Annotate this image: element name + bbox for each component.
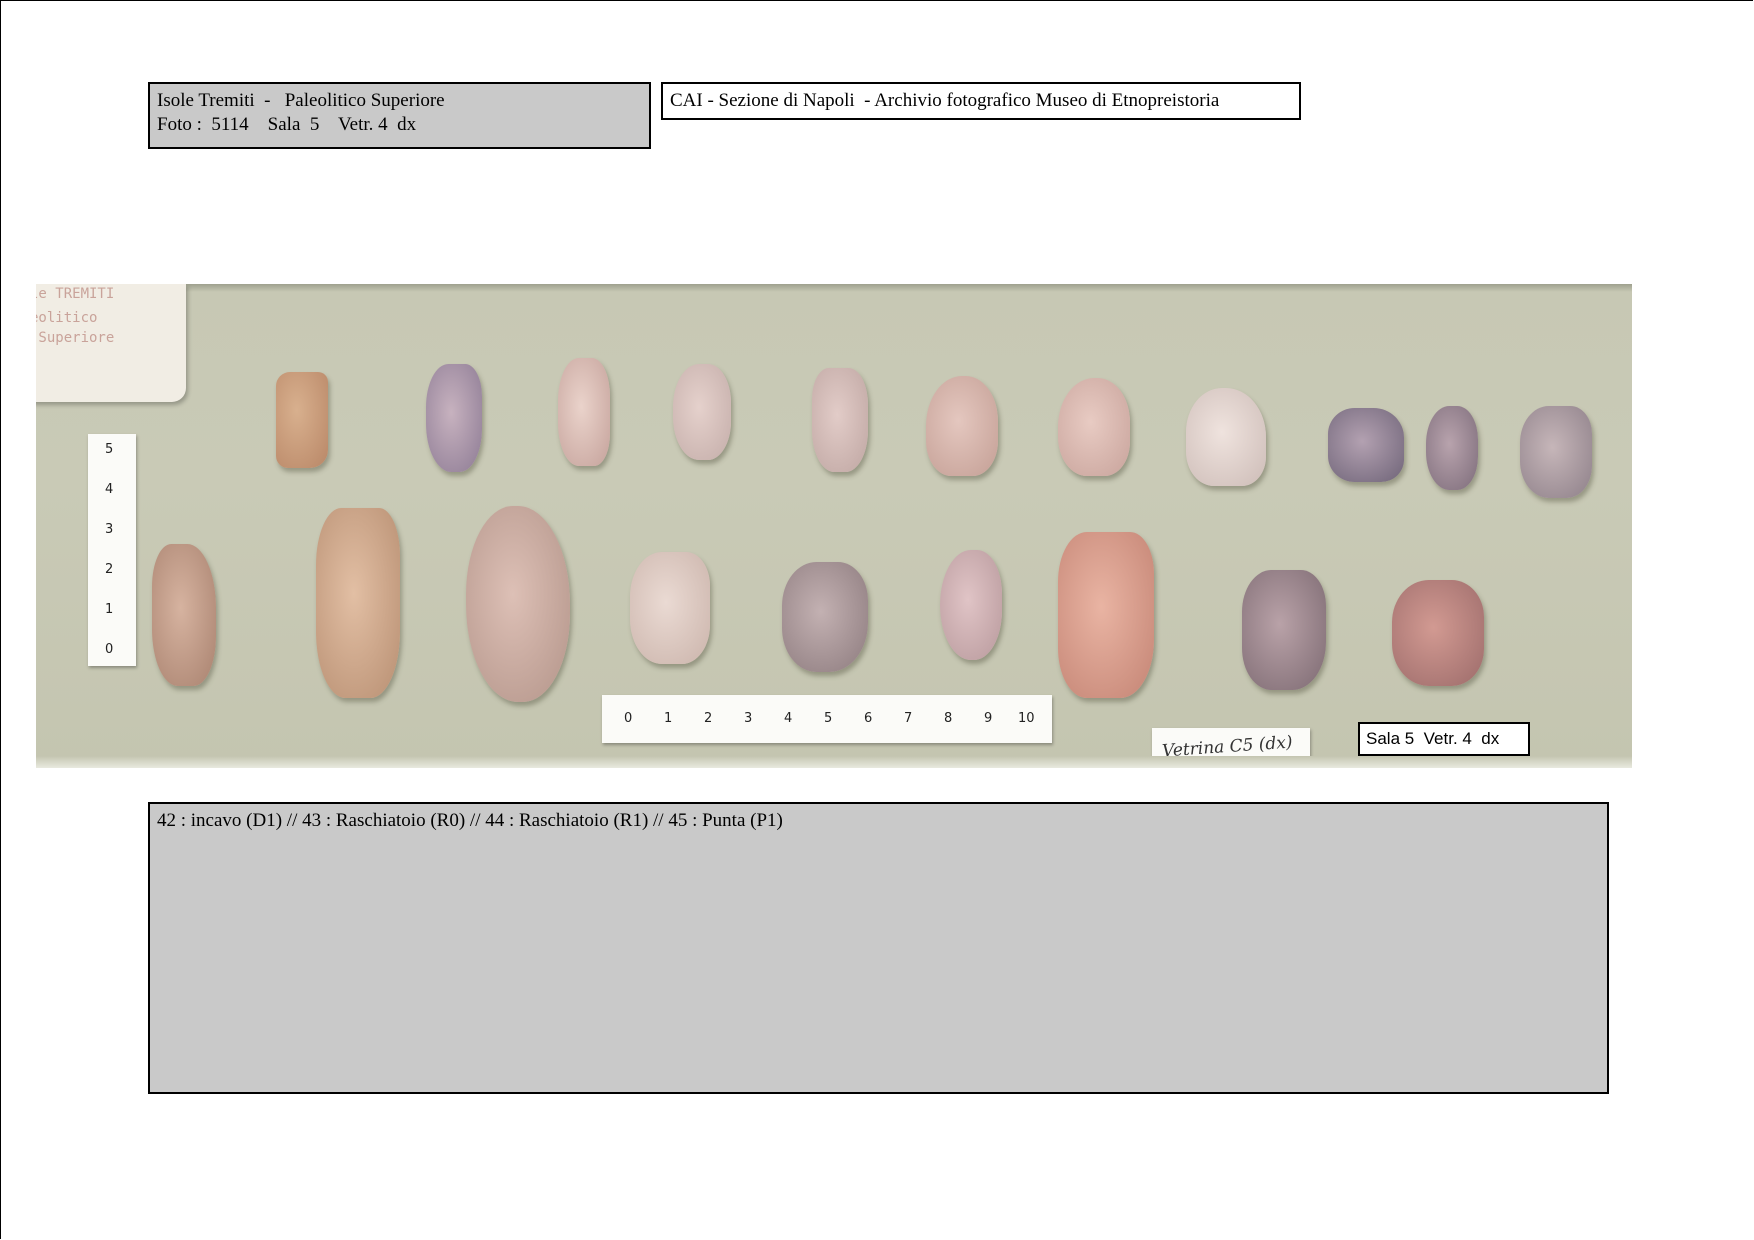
scale-tick-label: 0: [105, 642, 114, 657]
scale-tick-label: 2: [105, 562, 114, 577]
vertical-scale-ruler: 0 1 2 3 4 5: [88, 434, 136, 666]
scale-tick-label: 10: [1018, 711, 1035, 726]
header-left-box: Isole Tremiti - Paleolitico Superiore Fot…: [148, 82, 651, 149]
photo-shadow-edge: [36, 284, 1632, 292]
header-site-period: Isole Tremiti - Paleolitico Superiore: [157, 90, 445, 111]
flint-artifact: [316, 508, 400, 698]
scale-tick-label: 2: [704, 711, 713, 726]
scale-tick-label: 3: [105, 522, 114, 537]
scale-tick-label: 0: [624, 711, 633, 726]
artifact-photo: le TREMITI eolitico Superiore 0 1 2 3 4 …: [36, 284, 1632, 768]
flint-artifact: [426, 364, 482, 472]
flint-artifact: [812, 368, 868, 472]
caption-text: 42 : incavo (D1) // 43 : Raschiatoio (R0…: [157, 810, 783, 831]
horizontal-scale-ruler: 0 1 2 3 4 5 6 7 8 9 10: [602, 695, 1052, 743]
flint-artifact: [466, 506, 570, 702]
scale-tick-label: 6: [864, 711, 873, 726]
flint-artifact: [1058, 378, 1130, 476]
scale-tick-label: 8: [944, 711, 953, 726]
flint-artifact: [1328, 408, 1404, 482]
scale-tick-label: 4: [105, 482, 114, 497]
flint-artifact: [1426, 406, 1478, 490]
flint-artifact: [782, 562, 868, 672]
flint-artifact: [926, 376, 998, 476]
archive-title: CAI - Sezione di Napoli - Archivio fotog…: [670, 90, 1220, 111]
flint-artifact: [1520, 406, 1592, 498]
flint-artifact: [673, 364, 731, 460]
scale-tick-label: 7: [904, 711, 913, 726]
flint-artifact: [1392, 580, 1484, 686]
museum-label-card: le TREMITI eolitico Superiore: [36, 284, 186, 402]
flint-artifact: [152, 544, 216, 686]
museum-card-line: eolitico: [36, 310, 98, 326]
flint-artifact: [1058, 532, 1154, 698]
sala-label-card: Sala 5 Vetr. 4 dx: [1358, 722, 1530, 756]
scale-tick-label: 9: [984, 711, 993, 726]
scale-tick-label: 3: [744, 711, 753, 726]
header-right-box: CAI - Sezione di Napoli - Archivio fotog…: [661, 82, 1301, 120]
scale-tick-label: 5: [824, 711, 833, 726]
scale-tick-label: 1: [105, 602, 114, 617]
scale-tick-label: 1: [664, 711, 673, 726]
museum-card-line: Superiore: [36, 330, 115, 346]
flint-artifact: [276, 372, 328, 468]
sala-label: Sala 5 Vetr. 4 dx: [1366, 729, 1500, 748]
flint-artifact: [1242, 570, 1326, 690]
header-photo-info: Foto : 5114 Sala 5 Vetr. 4 dx: [157, 114, 417, 135]
flint-artifact: [558, 358, 610, 466]
caption-box: 42 : incavo (D1) // 43 : Raschiatoio (R0…: [148, 802, 1609, 1094]
flint-artifact: [1186, 388, 1266, 486]
flint-artifact: [940, 550, 1002, 660]
flint-artifact: [630, 552, 710, 664]
museum-card-line: le TREMITI: [36, 286, 115, 302]
scale-tick-label: 5: [105, 442, 114, 457]
photo-bottom-edge: [36, 756, 1632, 768]
scale-tick-label: 4: [784, 711, 793, 726]
